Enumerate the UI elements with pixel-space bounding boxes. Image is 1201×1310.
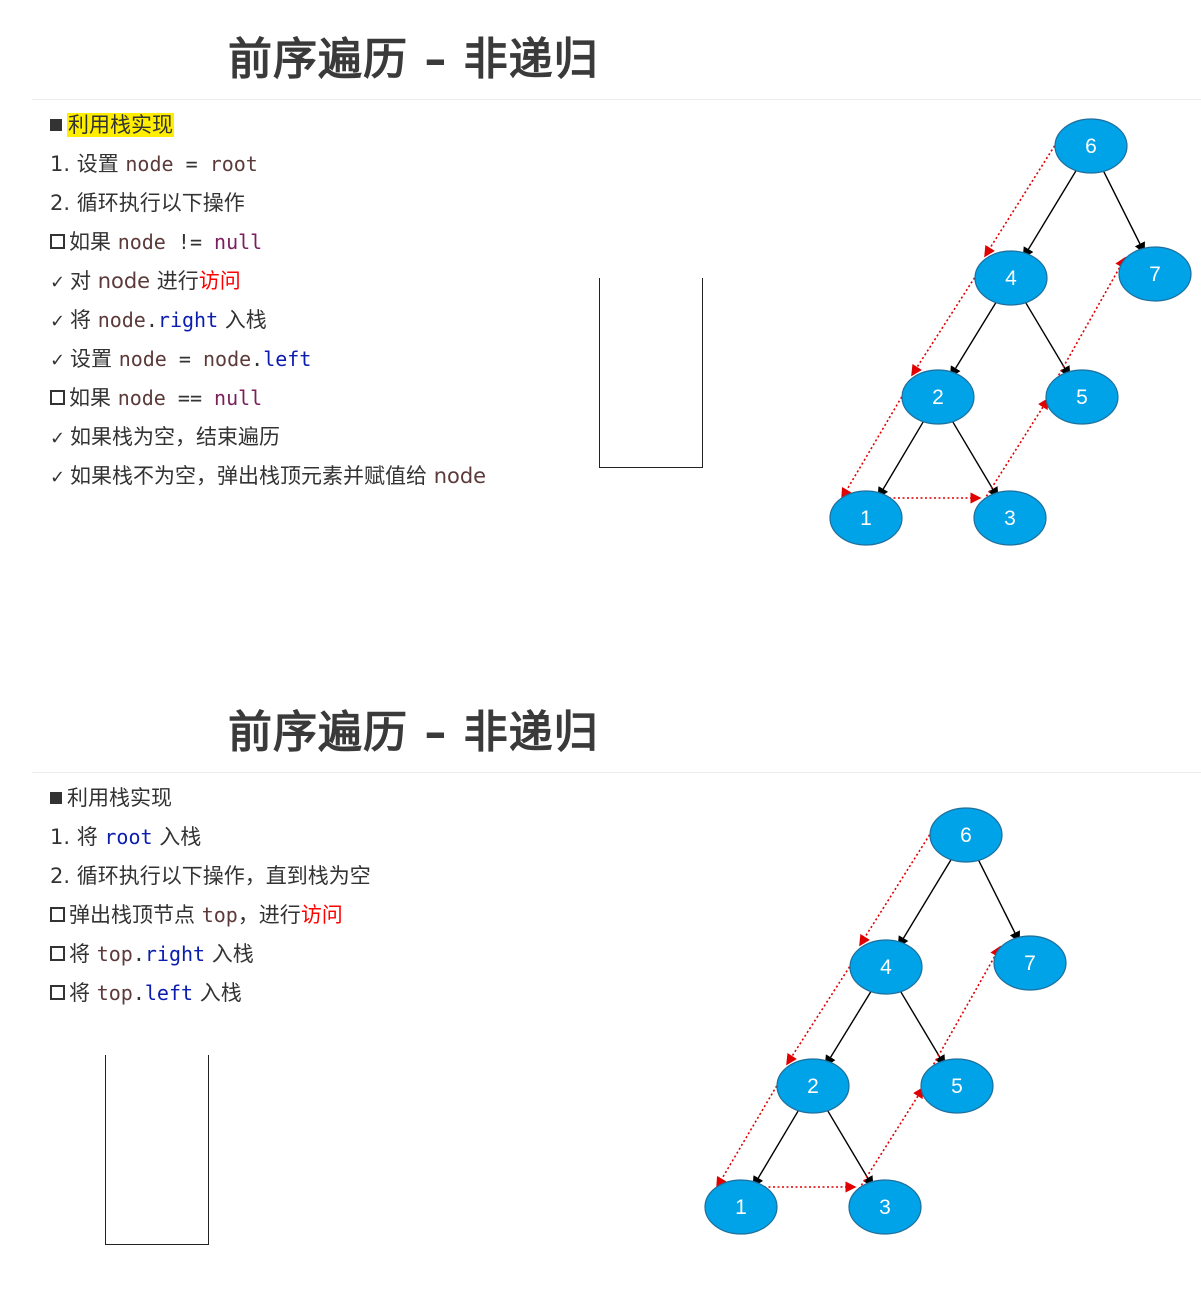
- tree-edge: [949, 294, 1002, 378]
- tree-node-label: 4: [1005, 267, 1017, 290]
- tree-node: 3: [848, 1179, 922, 1235]
- slide-2: 前序遍历 – 非递归 利用栈实现 1. 将 root 入栈 2. 循环执行以下操作，…: [0, 673, 1201, 1310]
- tree-node: 1: [704, 1179, 778, 1235]
- tree-node-label: 2: [932, 386, 944, 409]
- tree-edge: [824, 983, 877, 1067]
- traversal-arrow: [858, 1086, 924, 1190]
- tree-node: 5: [920, 1058, 994, 1114]
- traversal-arrow: [926, 945, 1001, 1077]
- tree-node-label: 6: [1085, 135, 1097, 158]
- traversal-arrow: [911, 273, 978, 377]
- traversal-arrow: [859, 830, 933, 947]
- tree-node: 5: [1045, 369, 1119, 425]
- tree-edge: [897, 851, 957, 948]
- tree-node: 1: [829, 490, 903, 546]
- tree-edge: [947, 413, 999, 499]
- tree-edge: [1099, 163, 1145, 254]
- tree-node-label: 7: [1024, 952, 1036, 975]
- tree-node-label: 4: [880, 956, 892, 979]
- tree-node-label: 2: [807, 1075, 819, 1098]
- tree-node: 3: [973, 490, 1047, 546]
- slide-1: 前序遍历 – 非递归 利用栈实现 1. 设置 node = root 2. 循环执行…: [0, 0, 1201, 637]
- tree-node: 7: [1118, 246, 1192, 302]
- tree-node: 4: [974, 250, 1048, 306]
- tree-node: 2: [901, 369, 975, 425]
- traversal-arrow: [983, 397, 1049, 501]
- tree-edge: [877, 413, 929, 499]
- tree-edge: [895, 983, 946, 1067]
- traversal-arrow: [716, 1081, 780, 1189]
- tree-node: 7: [993, 935, 1067, 991]
- binary-tree-diagram: 6 4 7 2 5 1 3: [829, 118, 1192, 546]
- traversal-arrow: [1051, 256, 1126, 388]
- tree-node: 4: [849, 939, 923, 995]
- tree-edge: [822, 1102, 874, 1188]
- traversal-arrow: [984, 141, 1058, 258]
- tree-node-label: 3: [1004, 507, 1016, 530]
- tree-node-label: 1: [860, 507, 872, 530]
- tree-node-label: 3: [879, 1196, 891, 1219]
- tree-node: 2: [776, 1058, 850, 1114]
- tree-node-label: 5: [1076, 386, 1088, 409]
- tree-edge: [752, 1102, 804, 1188]
- tree-node-label: 5: [951, 1075, 963, 1098]
- tree-node-label: 1: [735, 1196, 747, 1219]
- tree-edge: [1020, 294, 1071, 378]
- traversal-arrow: [841, 392, 905, 500]
- traversal-arrow: [786, 962, 853, 1066]
- binary-tree-diagram: 6 4 7 2 5 1 3: [704, 807, 1067, 1235]
- tree-node-label: 6: [960, 824, 972, 847]
- tree-edge: [974, 852, 1020, 943]
- tree-node: 6: [1054, 118, 1128, 174]
- tree-node: 6: [929, 807, 1003, 863]
- tree-node-label: 7: [1149, 263, 1161, 286]
- tree-edge: [1022, 162, 1082, 259]
